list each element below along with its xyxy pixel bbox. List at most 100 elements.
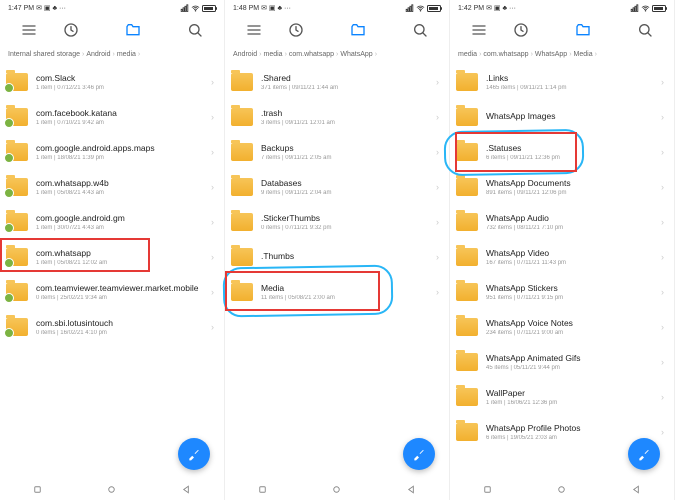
chevron-right-icon: › — [211, 77, 214, 87]
list-item[interactable]: Databases 9 items | 09/11/21 2:04 am › — [225, 169, 449, 204]
item-meta: 45 items | 05/11/21 9:44 pm — [486, 365, 661, 371]
list-item[interactable]: .Statuses 6 items | 09/11/21 12:36 pm › — [450, 134, 674, 169]
item-name: com.facebook.katana — [36, 108, 211, 118]
item-name: WhatsApp Images — [486, 111, 661, 121]
list-item[interactable]: com.Slack 1 item | 07/12/21 3:46 pm › — [0, 64, 224, 99]
list-item[interactable]: Backups 7 items | 09/11/21 2:05 am › — [225, 134, 449, 169]
list-item[interactable]: com.google.android.apps.maps 1 item | 18… — [0, 134, 224, 169]
item-meta: 3 items | 09/11/21 12:01 am — [261, 120, 436, 126]
list-item[interactable]: Media 11 items | 05/08/21 2:00 am › — [225, 274, 449, 309]
chevron-right-icon: › — [661, 77, 664, 87]
nav-home[interactable] — [106, 482, 117, 500]
chevron-right-icon: › — [661, 322, 664, 332]
search-icon[interactable] — [399, 22, 441, 38]
history-icon[interactable] — [275, 22, 317, 38]
folder-icon — [456, 108, 478, 126]
item-name: com.teamviewer.teamviewer.market.mobile — [36, 283, 211, 293]
breadcrumb-item[interactable]: Internal shared storage — [8, 51, 80, 58]
chevron-right-icon: › — [436, 77, 439, 87]
item-name: .Links — [486, 73, 661, 83]
menu-icon[interactable] — [458, 22, 500, 38]
item-meta: 1 item | 07/10/21 9:42 am — [36, 120, 211, 126]
breadcrumb[interactable]: Android›media›com.whatsapp›WhatsApp› — [225, 44, 449, 64]
item-meta: 732 items | 08/11/21 7:10 pm — [486, 225, 661, 231]
nav-back[interactable] — [406, 482, 417, 500]
list-item[interactable]: com.google.android.gm 1 item | 30/07/21 … — [0, 204, 224, 239]
list-item[interactable]: WhatsApp Images › — [450, 99, 674, 134]
list-item[interactable]: WhatsApp Stickers 951 items | 07/11/21 9… — [450, 274, 674, 309]
search-icon[interactable] — [174, 22, 216, 38]
breadcrumb[interactable]: media›com.whatsapp›WhatsApp›Media› — [450, 44, 674, 64]
menu-icon[interactable] — [233, 22, 275, 38]
folder-icon[interactable] — [562, 22, 604, 38]
nav-home[interactable] — [331, 482, 342, 500]
folder-icon — [456, 178, 478, 196]
item-meta: 1 item | 16/06/21 12:36 pm — [486, 400, 661, 406]
breadcrumb-item[interactable]: Android — [233, 51, 257, 58]
history-icon[interactable] — [500, 22, 542, 38]
breadcrumb-item[interactable]: com.whatsapp — [289, 51, 334, 58]
nav-recent[interactable] — [32, 482, 43, 500]
list-item[interactable]: WhatsApp Video 167 items | 07/11/21 11:4… — [450, 239, 674, 274]
item-name: WhatsApp Profile Photos — [486, 423, 661, 433]
clean-fab[interactable] — [403, 438, 435, 470]
list-item[interactable]: WhatsApp Animated Gifs 45 items | 05/11/… — [450, 344, 674, 379]
list-item[interactable]: com.whatsapp.w4b 1 item | 05/08/21 4:43 … — [0, 169, 224, 204]
folder-icon — [231, 73, 253, 91]
item-name: Media — [261, 283, 436, 293]
list-item[interactable]: WhatsApp Audio 732 items | 08/11/21 7:10… — [450, 204, 674, 239]
item-meta: 371 items | 09/11/21 1:44 am — [261, 85, 436, 91]
breadcrumb[interactable]: Internal shared storage›Android›media› — [0, 44, 224, 64]
breadcrumb-item[interactable]: media — [458, 51, 477, 58]
list-item[interactable]: .Links 1465 items | 09/11/21 1:14 pm › — [450, 64, 674, 99]
list-item[interactable]: WallPaper 1 item | 16/06/21 12:36 pm › — [450, 379, 674, 414]
list-item[interactable]: com.facebook.katana 1 item | 07/10/21 9:… — [0, 99, 224, 134]
folder-icon — [231, 248, 253, 266]
list-item[interactable]: .trash 3 items | 09/11/21 12:01 am › — [225, 99, 449, 134]
item-name: .StickerThumbs — [261, 213, 436, 223]
nav-recent[interactable] — [257, 482, 268, 500]
breadcrumb-item[interactable]: media — [117, 51, 136, 58]
item-name: WallPaper — [486, 388, 661, 398]
clean-fab[interactable] — [178, 438, 210, 470]
nav-home[interactable] — [556, 482, 567, 500]
breadcrumb-item[interactable]: com.whatsapp — [483, 51, 528, 58]
list-item[interactable]: com.sbi.lotusintouch 0 items | 16/02/21 … — [0, 309, 224, 344]
chevron-right-icon: › — [436, 182, 439, 192]
clean-fab[interactable] — [628, 438, 660, 470]
item-meta: 0 items | 07/11/21 9:32 pm — [261, 225, 436, 231]
list-item[interactable]: WhatsApp Documents 891 items | 09/11/21 … — [450, 169, 674, 204]
breadcrumb-item[interactable]: media — [263, 51, 282, 58]
breadcrumb-item[interactable]: WhatsApp — [535, 51, 567, 58]
list-item[interactable]: com.teamviewer.teamviewer.market.mobile … — [0, 274, 224, 309]
history-icon[interactable] — [50, 22, 92, 38]
item-name: .Statuses — [486, 143, 661, 153]
nav-back[interactable] — [181, 482, 192, 500]
folder-icon[interactable] — [112, 22, 154, 38]
chevron-right-icon: › — [211, 182, 214, 192]
folder-icon — [6, 108, 28, 126]
folder-icon[interactable] — [337, 22, 379, 38]
list-item[interactable]: .Thumbs › — [225, 239, 449, 274]
folder-icon — [6, 283, 28, 301]
list-item[interactable]: .Shared 371 items | 09/11/21 1:44 am › — [225, 64, 449, 99]
folder-icon — [6, 178, 28, 196]
breadcrumb-item[interactable]: Android — [86, 51, 110, 58]
folder-icon — [231, 143, 253, 161]
item-name: com.sbi.lotusintouch — [36, 318, 211, 328]
folder-icon — [456, 388, 478, 406]
list-item[interactable]: WhatsApp Voice Notes 234 items | 07/11/2… — [450, 309, 674, 344]
breadcrumb-item[interactable]: Media — [574, 51, 593, 58]
nav-recent[interactable] — [482, 482, 493, 500]
nav-back[interactable] — [631, 482, 642, 500]
search-icon[interactable] — [624, 22, 666, 38]
item-meta: 951 items | 07/11/21 9:15 pm — [486, 295, 661, 301]
item-meta: 234 items | 07/11/21 9:00 am — [486, 330, 661, 336]
folder-icon — [456, 143, 478, 161]
breadcrumb-item[interactable]: WhatsApp — [340, 51, 372, 58]
chevron-right-icon: › — [211, 112, 214, 122]
list-item[interactable]: com.whatsapp 1 item | 05/08/21 12:02 am … — [0, 239, 224, 274]
menu-icon[interactable] — [8, 22, 50, 38]
list-item[interactable]: .StickerThumbs 0 items | 07/11/21 9:32 p… — [225, 204, 449, 239]
item-meta: 0 items | 16/02/21 4:10 pm — [36, 330, 211, 336]
